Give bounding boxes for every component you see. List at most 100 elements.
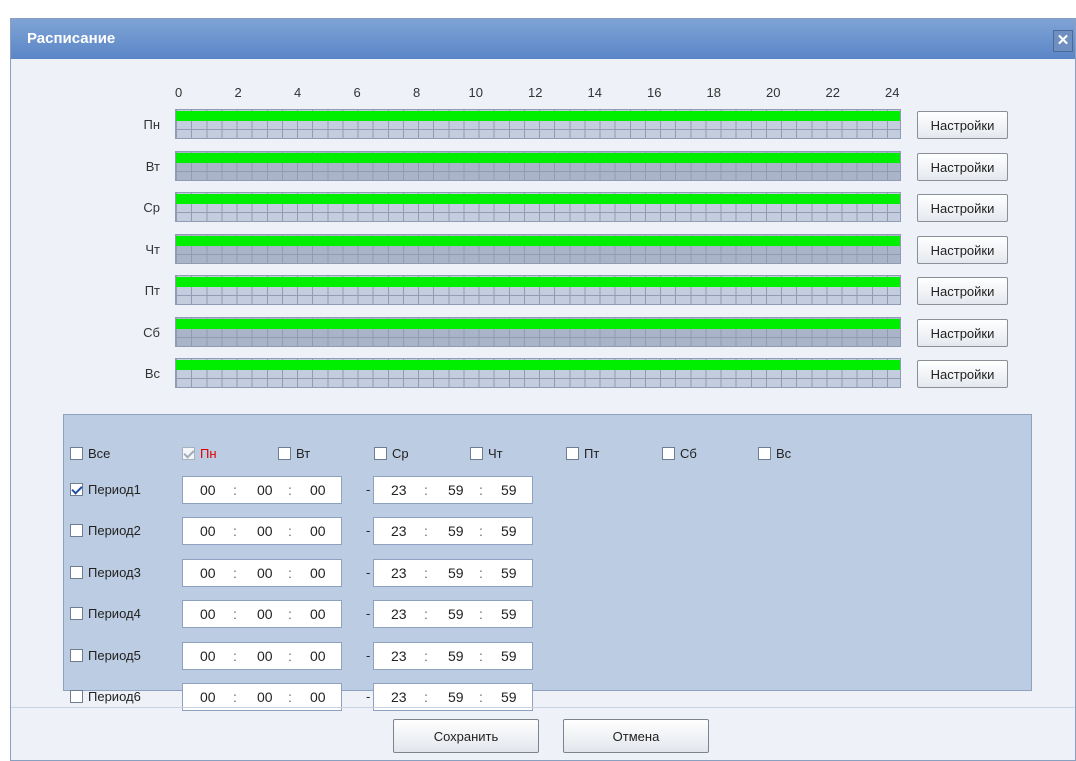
- day-schedule-row[interactable]: [175, 109, 901, 139]
- second-field[interactable]: 59: [501, 648, 517, 664]
- checkbox-label: Вт: [296, 446, 311, 462]
- day-schedule-row[interactable]: [175, 317, 901, 347]
- minute-field[interactable]: 59: [448, 482, 464, 498]
- hour-field[interactable]: 00: [200, 565, 216, 581]
- second-field[interactable]: 00: [310, 523, 326, 539]
- minute-field[interactable]: 59: [448, 606, 464, 622]
- checkbox[interactable]: [70, 447, 83, 461]
- period-end-time[interactable]: 23 59 59::: [373, 476, 533, 504]
- checkbox[interactable]: [566, 447, 579, 461]
- hour-field[interactable]: 23: [391, 523, 407, 539]
- hour-field[interactable]: 23: [391, 565, 407, 581]
- minute-field[interactable]: 00: [257, 482, 273, 498]
- second-field[interactable]: 59: [501, 689, 517, 705]
- day-checkbox[interactable]: Чт: [470, 445, 503, 461]
- period-end-time[interactable]: 23 59 59::: [373, 600, 533, 629]
- second-field[interactable]: 00: [310, 482, 326, 498]
- minute-field[interactable]: 00: [257, 648, 273, 664]
- period-end-time[interactable]: 23 59 59::: [373, 558, 533, 587]
- period-checkbox[interactable]: [70, 483, 83, 496]
- period-checkbox[interactable]: [70, 607, 83, 621]
- period-label: Период2: [88, 523, 141, 539]
- day-settings-button[interactable]: Настройки: [917, 153, 1008, 181]
- day-settings-button[interactable]: Настройки: [917, 236, 1008, 264]
- hour-field[interactable]: 23: [391, 648, 407, 664]
- day-checkbox[interactable]: Сб: [662, 445, 697, 461]
- period-end-time[interactable]: 23 59 59::: [373, 517, 533, 546]
- day-settings-button[interactable]: Настройки: [917, 360, 1008, 388]
- minute-field[interactable]: 00: [257, 523, 273, 539]
- period-start-time[interactable]: 00 00 00::: [182, 600, 342, 629]
- period-checkbox[interactable]: [70, 648, 83, 662]
- day-checkbox[interactable]: Ср: [374, 445, 409, 461]
- period-checkbox[interactable]: [70, 524, 83, 538]
- day-schedule-row[interactable]: [175, 192, 901, 222]
- hour-field[interactable]: 00: [200, 689, 216, 705]
- day-checkbox[interactable]: Вт: [278, 445, 310, 461]
- day-schedule-row[interactable]: [175, 234, 901, 264]
- day-settings-button[interactable]: Настройки: [917, 194, 1008, 222]
- checkbox-label: Пт: [584, 446, 600, 462]
- minute-field[interactable]: 59: [448, 648, 464, 664]
- second-field[interactable]: 59: [501, 523, 517, 539]
- checkbox[interactable]: [278, 447, 291, 461]
- period-end-time[interactable]: 23 59 59::: [373, 641, 533, 670]
- hour-field[interactable]: 23: [391, 482, 407, 498]
- day-schedule-row[interactable]: [175, 151, 901, 181]
- period-checkbox[interactable]: [70, 565, 83, 579]
- second-field[interactable]: 00: [310, 565, 326, 581]
- time-separator: :: [233, 689, 237, 705]
- checkbox[interactable]: [662, 447, 675, 461]
- hour-field[interactable]: 00: [200, 482, 216, 498]
- day-settings-button[interactable]: Настройки: [917, 277, 1008, 305]
- second-field[interactable]: 00: [310, 689, 326, 705]
- minute-field[interactable]: 59: [448, 565, 464, 581]
- dialog-titlebar: Расписание ✕: [11, 19, 1075, 59]
- period-start-time[interactable]: 00 00 00::: [182, 517, 342, 546]
- hour-field[interactable]: 00: [200, 606, 216, 622]
- day-schedule-row[interactable]: [175, 275, 901, 305]
- checkbox[interactable]: [374, 447, 387, 461]
- hour-field[interactable]: 00: [200, 648, 216, 664]
- second-field[interactable]: 00: [310, 648, 326, 664]
- second-field[interactable]: 59: [501, 565, 517, 581]
- minute-field[interactable]: 00: [257, 565, 273, 581]
- cancel-button[interactable]: Отмена: [563, 719, 709, 753]
- period-row: Период4 00 00 00:: - 23 59 59::: [70, 600, 540, 629]
- period-row: Период3 00 00 00:: - 23 59 59::: [70, 558, 540, 587]
- second-field[interactable]: 59: [501, 606, 517, 622]
- hour-tick-label: 18: [706, 85, 721, 100]
- time-separator: :: [288, 523, 292, 540]
- day-checkbox[interactable]: Пт: [566, 445, 599, 461]
- select-all-days-checkbox[interactable]: Все: [70, 445, 110, 461]
- time-separator: :: [424, 523, 428, 540]
- period-start-time[interactable]: 00 00 00::: [182, 558, 342, 587]
- period-checkbox[interactable]: [70, 690, 83, 703]
- day-schedule-row[interactable]: [175, 358, 901, 388]
- period-start-time[interactable]: 00 00 00::: [182, 476, 342, 504]
- period-start-time[interactable]: 00 00 00::: [182, 641, 342, 670]
- hour-field[interactable]: 00: [200, 523, 216, 539]
- minute-field[interactable]: 59: [448, 689, 464, 705]
- period-row: Период1 00 00 00:: - 23 59 59::: [70, 476, 540, 504]
- hour-field[interactable]: 23: [391, 606, 407, 622]
- hour-field[interactable]: 23: [391, 689, 407, 705]
- minute-field[interactable]: 00: [257, 606, 273, 622]
- day-checkbox[interactable]: Вс: [758, 445, 791, 461]
- checkbox[interactable]: [758, 447, 771, 461]
- save-button[interactable]: Сохранить: [393, 719, 539, 753]
- day-checkbox[interactable]: Пн: [182, 445, 217, 461]
- minute-field[interactable]: 59: [448, 523, 464, 539]
- range-separator: -: [366, 564, 371, 580]
- checkbox[interactable]: [470, 447, 483, 461]
- day-settings-button[interactable]: Настройки: [917, 319, 1008, 347]
- checkbox[interactable]: [182, 447, 195, 461]
- second-field[interactable]: 59: [501, 482, 517, 498]
- time-separator: :: [233, 606, 237, 623]
- day-row-label: Пн: [143, 117, 160, 132]
- day-settings-button[interactable]: Настройки: [917, 111, 1008, 139]
- checkbox-label: Пн: [200, 446, 217, 462]
- minute-field[interactable]: 00: [257, 689, 273, 705]
- second-field[interactable]: 00: [310, 606, 326, 622]
- close-icon[interactable]: ✕: [1053, 30, 1073, 52]
